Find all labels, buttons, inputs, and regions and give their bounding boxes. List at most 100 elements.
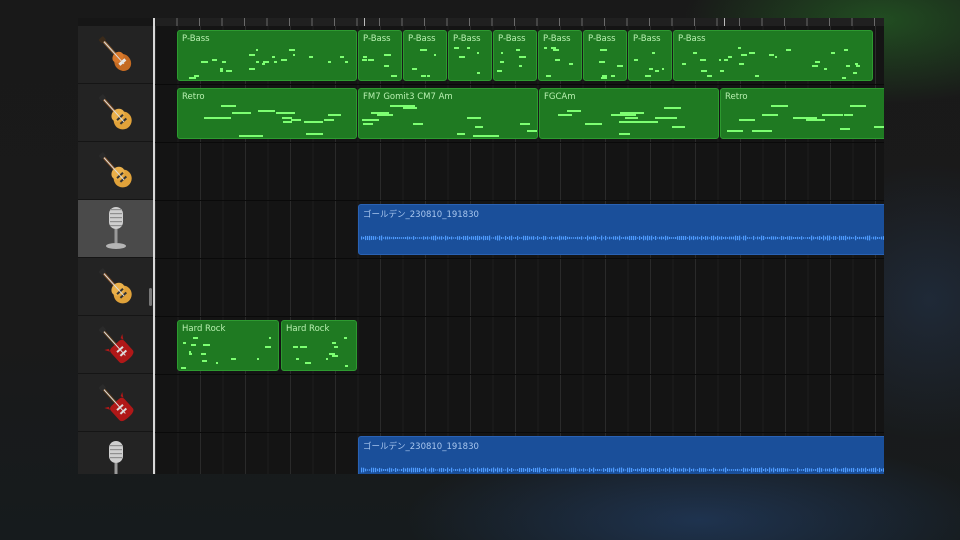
track-list-scroll-handle[interactable] (149, 288, 152, 306)
track-header-8[interactable] (78, 432, 153, 474)
midi-region[interactable]: P-Bass (448, 30, 492, 81)
midi-note (852, 72, 857, 75)
waveform-sample (381, 468, 383, 472)
waveform-sample (779, 237, 781, 239)
audio-region[interactable]: ゴールデン_230810_191830 (358, 436, 884, 474)
midi-region[interactable]: Retro (177, 88, 357, 139)
midi-note (413, 123, 423, 126)
waveform-sample (831, 469, 833, 471)
region-name: P-Bass (363, 34, 391, 44)
waveform-sample (383, 469, 385, 471)
midi-note (473, 134, 499, 137)
waveform-sample (589, 236, 591, 240)
waveform-sample (571, 237, 573, 239)
waveform-sample (803, 469, 805, 471)
midi-region[interactable]: P-Bass (177, 30, 357, 81)
track-header-4[interactable] (78, 200, 153, 258)
midi-region[interactable]: Hard Rock (281, 320, 357, 371)
midi-note (221, 60, 227, 63)
waveform-sample (649, 236, 651, 240)
microphone-icon (108, 440, 123, 474)
midi-note (551, 47, 557, 49)
waveform-sample (483, 235, 485, 241)
waveform-sample (635, 469, 637, 471)
midi-note (384, 65, 390, 68)
track-header-7[interactable] (78, 374, 153, 432)
waveform-sample (695, 469, 697, 471)
midi-region[interactable]: Retro (720, 88, 884, 139)
waveform-sample (803, 237, 805, 239)
waveform-sample (881, 468, 883, 472)
midi-region[interactable]: P-Bass (538, 30, 582, 81)
waveform-sample (669, 236, 671, 240)
waveform-sample (723, 236, 725, 240)
midi-region[interactable]: P-Bass (673, 30, 873, 81)
waveform-sample (663, 236, 665, 240)
waveform-sample (779, 468, 781, 472)
midi-region[interactable]: FM7 Gomit3 CM7 Am (358, 88, 538, 139)
waveform-sample (653, 237, 655, 239)
midi-note (420, 74, 426, 77)
waveform-sample (457, 469, 459, 471)
waveform-sample (787, 468, 789, 472)
waveform-sample (759, 236, 761, 240)
track-header-3[interactable] (78, 142, 153, 200)
waveform-sample (381, 235, 383, 241)
midi-note (466, 116, 481, 119)
waveform-sample (871, 237, 873, 239)
waveform-sample (843, 236, 845, 240)
midi-note (343, 337, 348, 339)
audio-region[interactable]: ゴールデン_230810_191830 (358, 204, 884, 255)
midi-note (332, 355, 338, 358)
waveform-sample (505, 469, 507, 471)
waveform-sample (717, 469, 719, 471)
midi-region[interactable]: Hard Rock (177, 320, 279, 371)
playhead[interactable] (153, 18, 155, 474)
waveform-sample (503, 237, 505, 239)
region-name: Retro (182, 92, 205, 102)
waveform-sample (405, 236, 407, 240)
track-header-1[interactable] (78, 26, 153, 84)
waveform-sample (489, 235, 491, 241)
midi-note (652, 51, 656, 54)
midi-note (232, 111, 251, 114)
midi-region[interactable]: P-Bass (583, 30, 627, 81)
waveform-sample (427, 469, 429, 471)
track-header-2[interactable] (78, 84, 153, 142)
waveform-sample (801, 469, 803, 471)
waveform-sample (535, 468, 537, 472)
waveform-sample (461, 469, 463, 471)
waveform-sample (827, 235, 829, 241)
waveform-sample (531, 468, 533, 472)
waveform-sample (621, 467, 623, 473)
waveform-sample (589, 467, 591, 473)
waveform-sample (429, 237, 431, 239)
midi-region[interactable]: P-Bass (493, 30, 537, 81)
waveform-sample (537, 236, 539, 240)
waveform-sample (839, 469, 841, 471)
midi-note (599, 60, 605, 63)
midi-note (411, 67, 418, 70)
track-header-5[interactable] (78, 258, 153, 316)
waveform-sample (655, 235, 657, 241)
waveform-sample (683, 236, 685, 240)
waveform-sample (505, 235, 507, 241)
waveform-sample (621, 237, 623, 239)
waveform-sample (815, 469, 817, 471)
waveform-sample (697, 236, 699, 240)
midi-region[interactable]: FGCAm (539, 88, 719, 139)
midi-note (648, 67, 653, 70)
midi-region[interactable]: P-Bass (403, 30, 447, 81)
waveform-sample (639, 236, 641, 240)
waveform-sample (437, 236, 439, 240)
waveform-sample (659, 467, 661, 473)
region-name: FGCAm (544, 92, 576, 102)
waveform-sample (765, 237, 767, 239)
waveform-sample (665, 467, 667, 473)
midi-region[interactable]: P-Bass (358, 30, 402, 81)
track-header-6[interactable] (78, 316, 153, 374)
waveform-sample (641, 236, 643, 240)
midi-note (723, 58, 729, 61)
waveform-sample (877, 237, 879, 239)
midi-region[interactable]: P-Bass (628, 30, 672, 81)
